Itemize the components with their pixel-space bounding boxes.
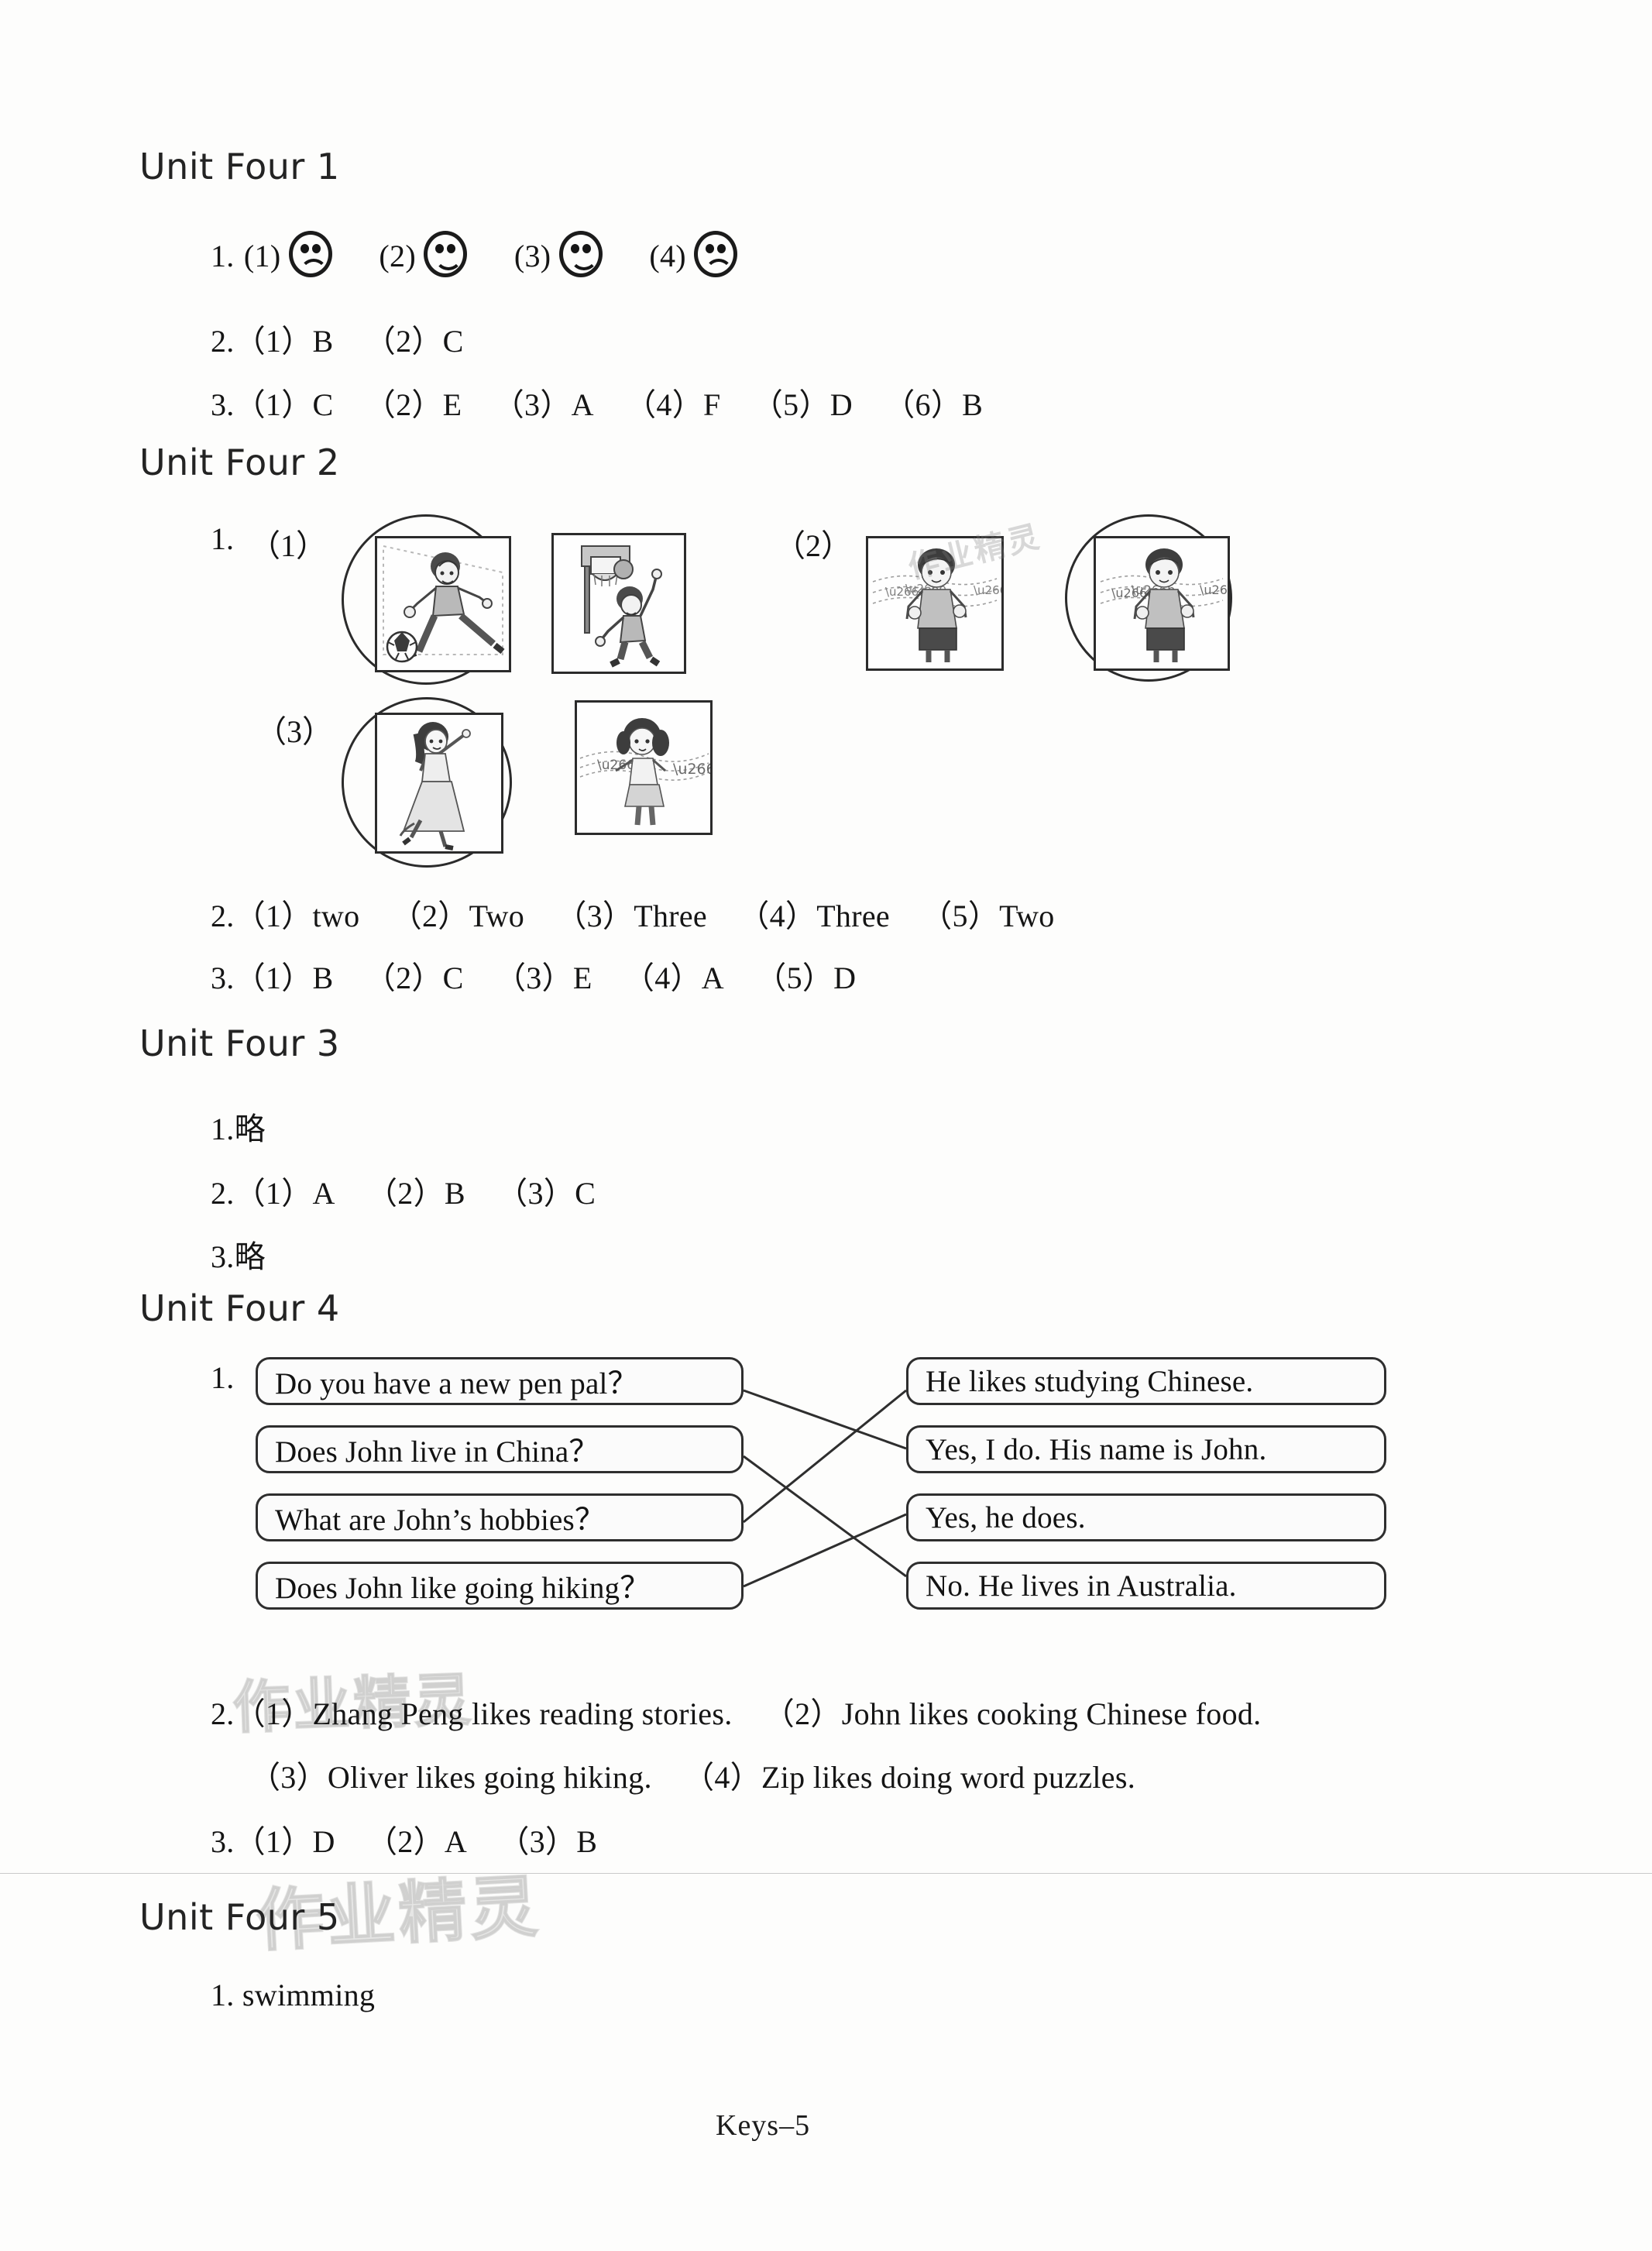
row-label-2: （2） [774,528,852,563]
svg-text:\u266a: \u266a [974,583,1001,597]
answer-line-u2-q3: 3.（1）B （2）C （3）E （4）A （5）D [211,961,857,995]
answer-line-u5-q1: 1. swimming [211,1978,376,2012]
match-box-left[interactable]: Does John like going hiking？ [256,1562,744,1610]
picture-girl-dancing [375,713,503,854]
match-box-left[interactable]: Does John live in China？ [256,1425,744,1473]
answer-line-u3-q3: 3.略 [211,1239,266,1274]
answer-line-u2-q2: 2.（1）two （2）Two （3）Three （4）Three （5）Two [211,899,1055,933]
unit-heading-four-1: Unit Four 1 [139,146,340,187]
answer-line-u4-q2-line1: 2.（1）Zhang Peng likes reading stories. （… [211,1696,1262,1731]
row-label-1: （1） [249,528,327,563]
page-footer: Keys–5 [716,2109,811,2142]
match-box-left[interactable]: What are John’s hobbies？ [256,1493,744,1541]
item-label: (4) [649,239,686,273]
match-box-right[interactable]: He likes studying Chinese. [906,1357,1386,1405]
answer-line-u1-q3: 3.（1）C （2）E （3）A （4）F （5）D （6）B [211,387,984,422]
svg-text:\u266b: \u266b [673,761,710,778]
match-box-right[interactable]: No. He lives in Australia. [906,1562,1386,1610]
answer-line-u1-q2: 2.（1）B （2）C [211,324,464,359]
answer-line-u1-q1: 1. (1) (2) (3) (4) [211,231,738,277]
unit-heading-four-3: Unit Four 3 [139,1022,340,1064]
question-number: 1. [211,521,234,556]
picture-boy-singing: \u266a \u266b \u266a [1094,536,1230,671]
match-box-left[interactable]: Do you have a new pen pal？ [256,1357,744,1405]
happy-face-icon [558,231,603,277]
row-label-3: （3） [256,714,333,749]
picture-boy-playing-basketball [551,533,686,674]
unit-heading-four-5: Unit Four 5 [139,1896,340,1938]
unit-heading-four-2: Unit Four 2 [139,442,340,483]
sad-face-icon [288,231,332,277]
match-box-right[interactable]: Yes, I do. His name is John. [906,1425,1386,1473]
picture-boy-playing-football [375,536,511,672]
question-number: 1. [211,239,235,273]
question-number: 1. [211,1360,235,1395]
item-label: (3) [513,239,551,273]
svg-text:\u266a: \u266a [1200,583,1228,597]
unit-heading-four-4: Unit Four 4 [139,1287,340,1329]
answer-line-u3-q1: 1.略 [211,1112,266,1146]
sad-face-icon [694,231,738,277]
match-box-right[interactable]: Yes, he does. [906,1493,1386,1541]
happy-face-icon [424,231,468,277]
picture-girl-singing: \u266b \u266b [575,700,713,835]
answer-line-u3-q2: 2.（1）A （2）B （3）C [211,1176,596,1211]
item-label: (1) [243,239,281,273]
page-divider [0,1873,1652,1874]
picture-boy-singing: \u266a \u266b \u266a [866,536,1004,671]
answer-line-u4-q2-line2: （3）Oliver likes going hiking. （4）Zip lik… [249,1760,1136,1795]
answer-key-page: 作业精灵 作业精灵 Unit Four 1 1. (1) (2) (3) (4)… [0,0,1652,2251]
answer-line-u4-q3: 3.（1）D （2）A （3）B [211,1824,598,1859]
item-label: (2) [379,239,416,273]
